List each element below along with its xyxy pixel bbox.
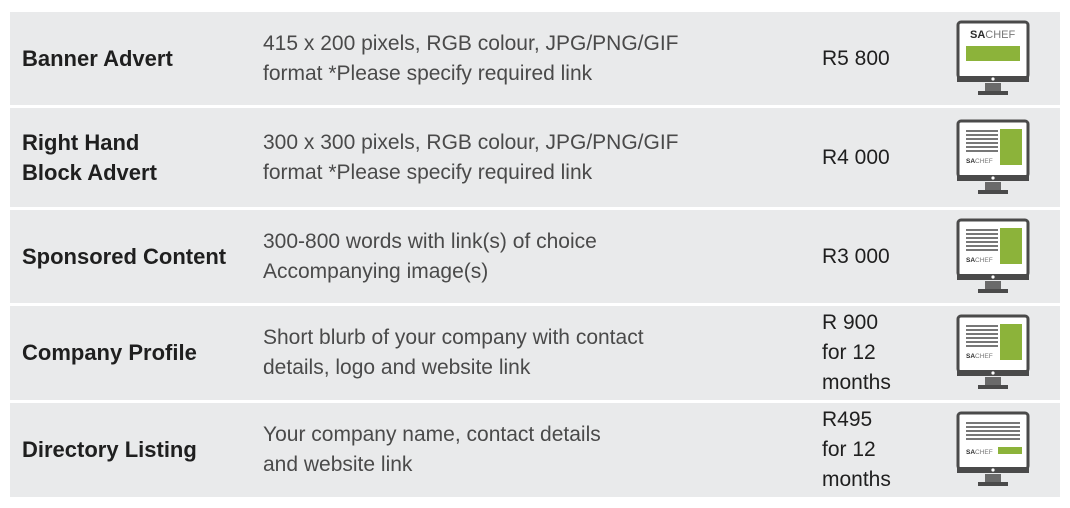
product-name: Banner Advert <box>22 45 173 71</box>
sachef-logo: SACHEF <box>966 158 993 165</box>
block-ad-monitor-icon: SACHEF <box>956 314 1030 392</box>
sachef-logo: SACHEF <box>966 449 993 456</box>
sachef-logo: SACHEF <box>966 257 993 264</box>
sachef-logo: SACHEF <box>966 353 993 360</box>
block-ad-monitor-icon: SACHEF <box>956 218 1030 296</box>
product-description: 300-800 words with link(s) of choice Acco… <box>263 229 597 283</box>
block-ad-monitor-icon: SACHEF <box>956 119 1030 197</box>
product-price: R5 800 <box>822 46 890 70</box>
product-name: Sponsored Content <box>22 243 227 269</box>
product-name: Directory Listing <box>22 437 197 462</box>
product-description: Short blurb of your company with contact… <box>263 326 644 379</box>
product-price: R495 for 12 months <box>822 408 891 491</box>
product-price: R3 000 <box>822 244 890 268</box>
product-name: Right Hand Block Advert <box>22 129 157 185</box>
product-description: 415 x 200 pixels, RGB colour, JPG/PNG/GI… <box>263 31 679 85</box>
banner-ad-monitor-icon: SACHEF <box>956 20 1030 98</box>
table-row: Company Profile Short blurb of your comp… <box>10 306 1060 403</box>
table-row: Banner Advert 415 x 200 pixels, RGB colo… <box>10 12 1060 108</box>
table-row: Sponsored Content 300-800 words with lin… <box>10 210 1060 306</box>
product-name: Company Profile <box>22 340 197 365</box>
product-description: 300 x 300 pixels, RGB colour, JPG/PNG/GI… <box>263 130 679 184</box>
table-row: Directory Listing Your company name, con… <box>10 403 1060 500</box>
product-description: Your company name, contact details and we… <box>263 423 601 476</box>
table-row: Right Hand Block Advert 300 x 300 pixels,… <box>10 108 1060 210</box>
listing-monitor-icon: SACHEF <box>956 411 1030 489</box>
advertising-rates-table: Banner Advert 415 x 200 pixels, RGB colo… <box>10 12 1060 500</box>
sachef-logo: SACHEF <box>970 29 1016 41</box>
product-price: R4 000 <box>822 145 890 169</box>
product-price: R 900 for 12 months <box>822 311 891 394</box>
